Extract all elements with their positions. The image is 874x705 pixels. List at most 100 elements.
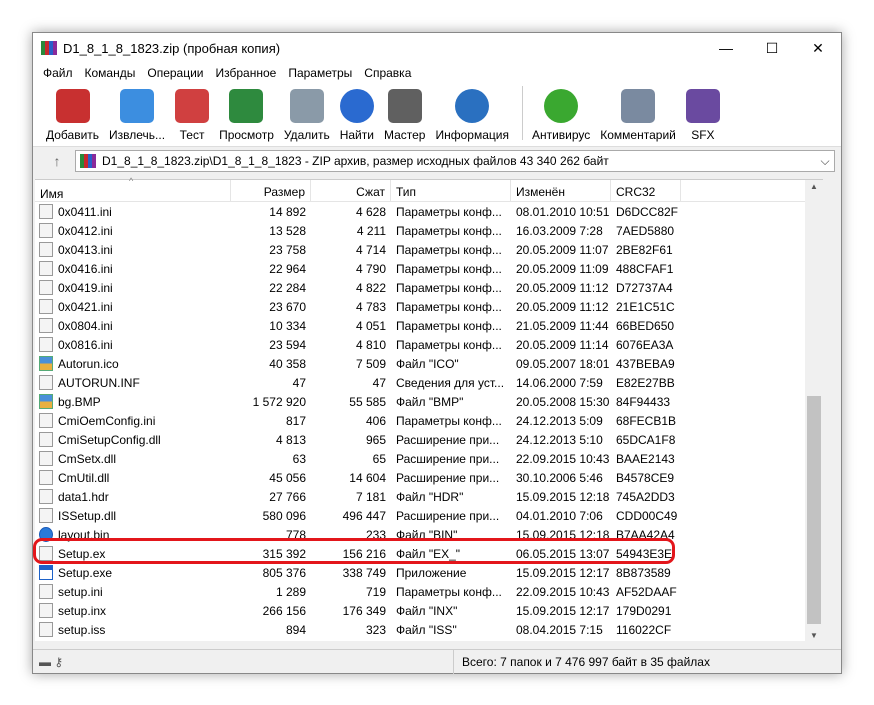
toolbar-button-6[interactable]: Мастер: [381, 89, 429, 142]
cell-size: 580 096: [262, 508, 306, 523]
cell-type: Файл "BIN": [396, 527, 458, 542]
file-row[interactable]: 0x0421.ini 23 670 4 783 Параметры конф... 20…: [35, 297, 823, 316]
file-row[interactable]: CmUtil.dll 45 056 14 604 Расширение при... 3…: [35, 468, 823, 487]
toolbar-button-9[interactable]: Комментарий: [597, 89, 679, 142]
file-row[interactable]: 0x0413.ini 23 758 4 714 Параметры конф... 20…: [35, 240, 823, 259]
file-row[interactable]: 0x0804.ini 10 334 4 051 Параметры конф... 21…: [35, 316, 823, 335]
scroll-up-icon[interactable]: ▲: [805, 182, 823, 191]
vertical-scrollbar[interactable]: ▲ ▼: [805, 180, 823, 642]
file-row[interactable]: 0x0412.ini 13 528 4 211 Параметры конф... 16…: [35, 221, 823, 240]
file-row[interactable]: Autorun.ico 40 358 7 509 Файл "ICO" 09.05.20…: [35, 354, 823, 373]
menu-0[interactable]: Файл: [37, 66, 79, 80]
minimize-button[interactable]: —: [703, 33, 749, 63]
file-exe-icon: [39, 565, 53, 580]
up-arrow-button[interactable]: ↑: [39, 153, 75, 169]
cell-name: CmiSetupConfig.dll: [35, 432, 231, 447]
cell-type: Файл "EX_": [396, 546, 461, 561]
toolbar-label: Просмотр: [219, 128, 274, 142]
file-ini-icon: [39, 223, 53, 238]
file-row[interactable]: layout.bin 778 233 Файл "BIN" 15.09.2015 12:…: [35, 525, 823, 544]
menu-3[interactable]: Избранное: [210, 66, 283, 80]
toolbar-button-0[interactable]: Добавить: [43, 89, 102, 142]
cell-size: 40 358: [269, 356, 306, 371]
cell-name: CmUtil.dll: [35, 470, 231, 485]
cell-size: 1 572 920: [252, 394, 306, 409]
chevron-down-icon[interactable]: ⌵: [816, 154, 834, 169]
comment-icon: [621, 89, 656, 123]
cell-packed: 338 749: [342, 565, 386, 580]
cell-name: Autorun.ico: [35, 356, 231, 371]
file-row[interactable]: 0x0419.ini 22 284 4 822 Параметры конф... 20…: [35, 278, 823, 297]
toolbar-button-5[interactable]: Найти: [337, 89, 377, 142]
file-ini-icon: [39, 204, 53, 219]
cell-modified: 21.05.2009 11:44: [516, 318, 609, 333]
cell-name: setup.iss: [35, 622, 231, 637]
toolbar-button-8[interactable]: Антивирус: [529, 89, 593, 142]
menu-5[interactable]: Справка: [358, 66, 417, 80]
toolbar-button-4[interactable]: Удалить: [281, 89, 333, 142]
file-row[interactable]: AUTORUN.INF 47 47 Сведения для уст... 14.06.…: [35, 373, 823, 392]
file-name: 0x0419.ini: [58, 280, 113, 295]
file-name: data1.hdr: [58, 489, 109, 504]
file-row[interactable]: setup.iss 894 323 Файл "ISS" 08.04.2015 7:15…: [35, 620, 823, 639]
file-ini-icon: [39, 413, 53, 428]
file-ini-icon: [39, 470, 53, 485]
menu-2[interactable]: Операции: [141, 66, 209, 80]
path-text: D1_8_1_8_1823.zip\D1_8_1_8_1823 - ZIP ар…: [102, 154, 609, 168]
cell-crc: 68FECB1B: [616, 413, 677, 428]
file-row[interactable]: Setup.ex 315 392 156 216 Файл "EX_" 06.05.20…: [35, 544, 823, 563]
cell-modified: 20.05.2008 15:30: [516, 394, 610, 409]
cell-name: 0x0419.ini: [35, 280, 231, 295]
file-row[interactable]: Setup.exe 805 376 338 749 Приложение 15.09.2…: [35, 563, 823, 582]
cell-modified: 24.12.2013 5:10: [516, 432, 603, 447]
path-field[interactable]: D1_8_1_8_1823.zip\D1_8_1_8_1823 - ZIP ар…: [75, 150, 835, 172]
file-row[interactable]: CmiSetupConfig.dll 4 813 965 Расширение при…: [35, 430, 823, 449]
cell-packed: 55 585: [349, 394, 386, 409]
toolbar-button-7[interactable]: Информация: [432, 89, 511, 142]
column-packed[interactable]: Сжат: [311, 180, 391, 202]
find-magnifier-icon: [339, 89, 374, 123]
toolbar-button-1[interactable]: Извлечь...: [106, 89, 168, 142]
file-row[interactable]: data1.hdr 27 766 7 181 Файл "HDR" 15.09.2015…: [35, 487, 823, 506]
toolbar-button-2[interactable]: Тест: [172, 89, 212, 142]
status-bar: ▬ ⚷ Всего: 7 папок и 7 476 997 байт в 35…: [33, 649, 841, 674]
scroll-thumb[interactable]: [807, 396, 821, 624]
close-button[interactable]: ✕: [795, 33, 841, 63]
toolbar-button-3[interactable]: Просмотр: [216, 89, 277, 142]
cell-type: Параметры конф...: [396, 413, 502, 428]
file-row[interactable]: setup.ini 1 289 719 Параметры конф... 22.09.…: [35, 582, 823, 601]
cell-packed: 47: [372, 375, 386, 390]
toolbar-label: Антивирус: [531, 128, 591, 142]
file-ini-icon: [39, 375, 53, 390]
file-row[interactable]: 0x0411.ini 14 892 4 628 Параметры конф... 08…: [35, 202, 823, 221]
file-row[interactable]: ISSetup.dll 580 096 496 447 Расширение при.…: [35, 506, 823, 525]
menu-4[interactable]: Параметры: [282, 66, 358, 80]
file-row[interactable]: setup.inx 266 156 176 349 Файл "INX" 15.09.2…: [35, 601, 823, 620]
cell-crc: 488CFAF1: [616, 261, 674, 276]
cell-crc: 2BE82F61: [616, 242, 673, 257]
toolbar-label: Добавить: [46, 128, 100, 142]
cell-crc: E82E27BB: [616, 375, 675, 390]
scroll-down-icon[interactable]: ▼: [805, 631, 823, 640]
column-type[interactable]: Тип: [391, 180, 511, 202]
winrar-logo-icon: [41, 41, 57, 55]
cell-type: Файл "HDR": [396, 489, 464, 504]
column-modified[interactable]: Изменён: [511, 180, 611, 202]
extract-folder-icon: [120, 89, 155, 123]
file-row[interactable]: bg.BMP 1 572 920 55 585 Файл "BMP" 20.05.200…: [35, 392, 823, 411]
file-row[interactable]: CmSetx.dll 63 65 Расширение при... 22.09.201…: [35, 449, 823, 468]
file-row[interactable]: 0x0416.ini 22 964 4 790 Параметры конф... 20…: [35, 259, 823, 278]
file-row[interactable]: CmiOemConfig.ini 817 406 Параметры конф... 2…: [35, 411, 823, 430]
file-blue-icon: [39, 527, 53, 542]
status-total: Всего: 7 папок и 7 476 997 байт в 35 фай…: [453, 649, 841, 674]
menu-1[interactable]: Команды: [79, 66, 142, 80]
cell-crc: 745A2DD3: [616, 489, 675, 504]
maximize-button[interactable]: ☐: [749, 33, 795, 63]
column-crc[interactable]: CRC32: [611, 180, 681, 202]
file-name: setup.ini: [58, 584, 103, 599]
column-header: Имя Размер Сжат Тип Изменён CRC32 ^: [35, 176, 823, 202]
file-row[interactable]: 0x0816.ini 23 594 4 810 Параметры конф... 20…: [35, 335, 823, 354]
column-size[interactable]: Размер: [231, 180, 311, 202]
file-name: setup.iss: [58, 622, 106, 637]
toolbar-button-10[interactable]: SFX: [683, 89, 723, 142]
